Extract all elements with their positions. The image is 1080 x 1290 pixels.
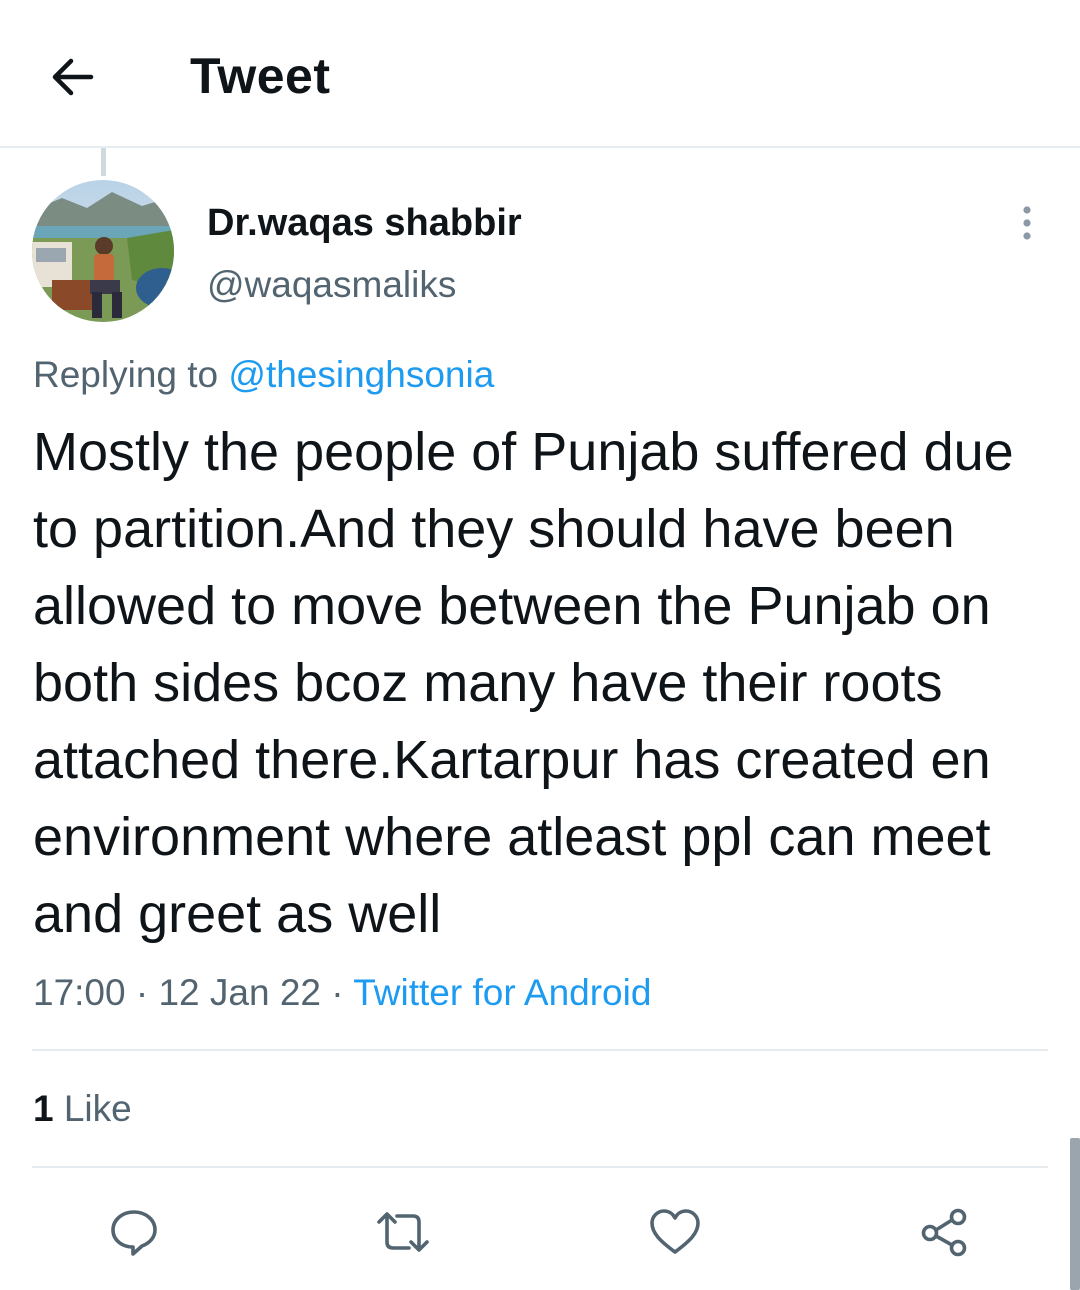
- tweet-source-link[interactable]: Twitter for Android: [353, 972, 651, 1013]
- divider: [32, 1049, 1048, 1051]
- like-button[interactable]: [643, 1200, 707, 1264]
- thread-connector-line: [101, 148, 106, 176]
- meta-separator: ·: [135, 972, 149, 1013]
- tweet-body-text: Mostly the people of Punjab suffered due…: [33, 422, 1014, 944]
- likes-count: 1: [33, 1088, 54, 1129]
- scrollbar[interactable]: [1070, 1138, 1080, 1290]
- replying-to-line: Replying to @thesinghsonia: [33, 352, 494, 398]
- share-icon: [921, 1208, 967, 1257]
- more-vertical-icon: [1023, 206, 1031, 240]
- reply-bubble-icon: [111, 1210, 157, 1256]
- reply-button[interactable]: [102, 1200, 166, 1264]
- likes-label: Like: [63, 1088, 132, 1129]
- top-app-bar: Tweet: [0, 0, 1080, 148]
- more-options-button[interactable]: [1004, 200, 1050, 246]
- retweet-button[interactable]: [371, 1200, 435, 1264]
- avatar[interactable]: [32, 180, 174, 322]
- divider: [32, 1166, 1048, 1168]
- replying-to-mention[interactable]: @thesinghsonia: [228, 354, 494, 395]
- arrow-left-icon: [52, 58, 94, 96]
- page-title: Tweet: [190, 48, 331, 104]
- meta-separator: ·: [331, 972, 344, 1013]
- retweet-icon: [377, 1212, 429, 1252]
- avatar-photo: [32, 180, 174, 322]
- heart-icon: [650, 1209, 700, 1254]
- tweet-date: 12 Jan 22: [158, 972, 322, 1013]
- tweet-metadata: 17:00 · 12 Jan 22 · Twitter for Android: [33, 968, 651, 1018]
- likes-count-link[interactable]: 1 Like: [33, 1086, 132, 1132]
- author-handle[interactable]: @waqasmaliks: [207, 262, 456, 308]
- author-display-name[interactable]: Dr.waqas shabbir: [207, 200, 522, 246]
- replying-to-prefix: Replying to: [33, 354, 219, 395]
- tweet-time: 17:00: [33, 972, 126, 1013]
- back-button[interactable]: [40, 44, 106, 110]
- share-button[interactable]: [912, 1200, 976, 1264]
